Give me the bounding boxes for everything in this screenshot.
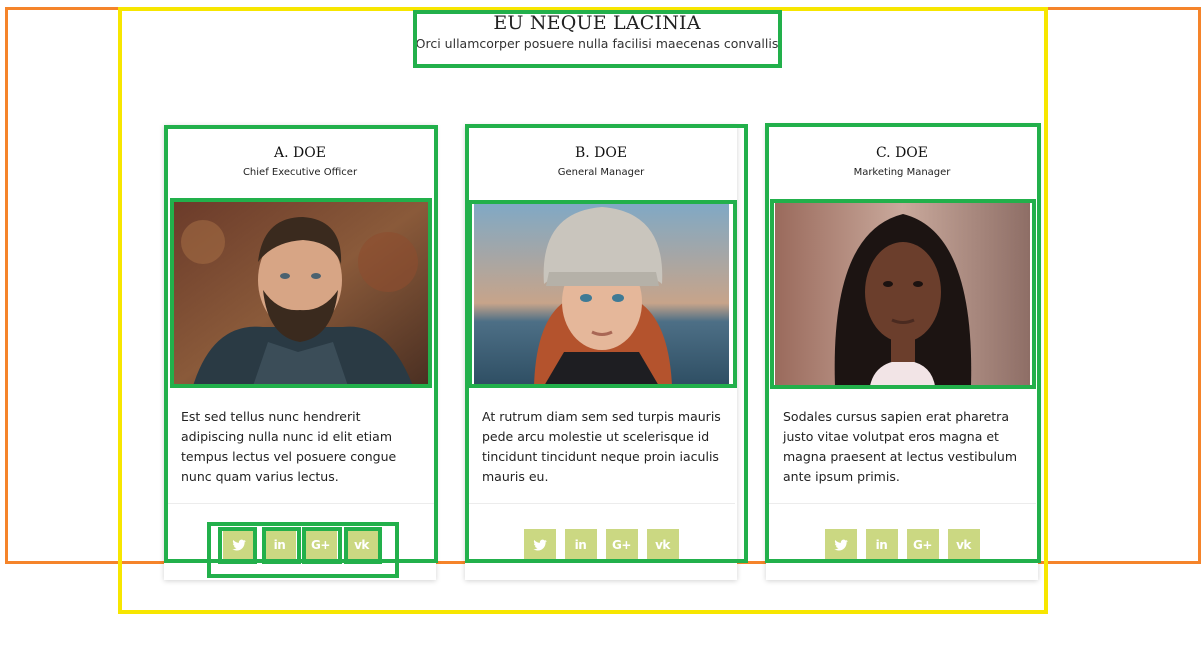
twitter-icon[interactable] (824, 529, 857, 561)
vk-icon[interactable]: vk (646, 529, 679, 561)
member-description: Sodales cursus sapien erat pharetra just… (783, 409, 1018, 484)
social-links: in G+ vk (465, 529, 737, 561)
card-divider (467, 503, 735, 504)
team-card-b: B. DOE General Manager At rutrum diam se… (465, 125, 737, 580)
section-header: EU NEQUE LACINIA Orci ullamcorper posuer… (415, 12, 779, 66)
social-links: in G+ vk (766, 529, 1038, 561)
member-description: Est sed tellus nunc hendrerit adipiscing… (181, 409, 397, 484)
team-card-a: A. DOE Chief Executive Officer Est sed t… (164, 125, 436, 580)
member-photo (474, 202, 729, 386)
linkedin-icon[interactable]: in (263, 529, 296, 561)
member-photo (775, 202, 1030, 386)
google-plus-icon[interactable]: G+ (304, 529, 337, 561)
vk-icon[interactable]: vk (947, 529, 980, 561)
section-title: EU NEQUE LACINIA (493, 12, 701, 34)
member-role: Chief Executive Officer (242, 167, 358, 178)
member-name: C. DOE (875, 145, 929, 161)
linkedin-icon[interactable]: in (865, 529, 898, 561)
twitter-icon[interactable] (523, 529, 556, 561)
member-photo (173, 202, 428, 386)
team-card-c: C. DOE Marketing Manager Sodales cursus … (766, 125, 1038, 580)
vk-icon[interactable]: vk (345, 529, 378, 561)
linkedin-icon[interactable]: in (564, 529, 597, 561)
card-divider (166, 503, 434, 504)
member-role: Marketing Manager (853, 167, 951, 178)
member-role: General Manager (557, 167, 645, 178)
member-name: A. DOE (274, 145, 326, 161)
section-subtitle: Orci ullamcorper posuere nulla facilisi … (415, 36, 779, 51)
social-links: in G+ vk (164, 529, 436, 561)
google-plus-icon[interactable]: G+ (906, 529, 939, 561)
card-divider (768, 503, 1036, 504)
twitter-icon[interactable] (222, 529, 255, 561)
member-name: B. DOE (574, 145, 628, 161)
google-plus-icon[interactable]: G+ (605, 529, 638, 561)
member-description: At rutrum diam sem sed turpis mauris ped… (482, 409, 721, 484)
